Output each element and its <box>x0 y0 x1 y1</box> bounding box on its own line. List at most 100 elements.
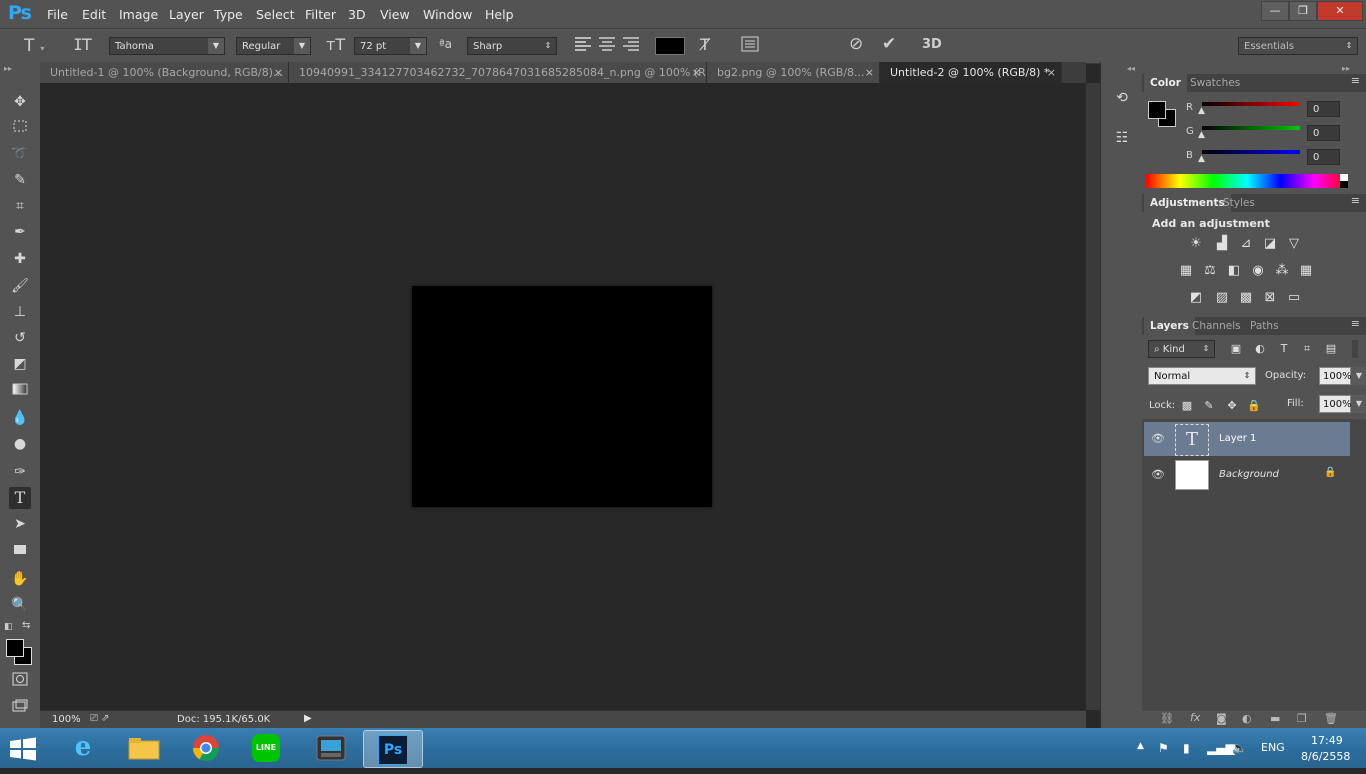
quick-mask-icon[interactable] <box>9 671 31 693</box>
chrome-icon[interactable] <box>177 730 235 766</box>
hue-saturation-icon[interactable]: ▦ <box>1178 263 1194 279</box>
curves-icon[interactable]: ⊿ <box>1238 236 1254 252</box>
color-lookup-icon[interactable]: ▦ <box>1298 263 1314 279</box>
tab-styles[interactable]: Styles <box>1217 194 1261 212</box>
vibrance-icon[interactable]: ▽ <box>1286 236 1302 252</box>
filter-adjustment-icon[interactable]: ◐ <box>1252 341 1268 357</box>
fx-icon[interactable]: fx <box>1190 711 1200 724</box>
history-brush-tool-icon[interactable]: ↺ <box>9 327 31 349</box>
menu-file[interactable]: File <box>47 7 68 22</box>
swap-colors-icon[interactable]: ⇆ <box>22 620 30 631</box>
clone-stamp-tool-icon[interactable]: ⊥ <box>9 301 31 323</box>
gradient-map-icon[interactable]: ▭ <box>1286 290 1302 306</box>
new-adjustment-layer-icon[interactable]: ◐ <box>1242 712 1252 725</box>
red-slider[interactable] <box>1202 102 1300 106</box>
delete-layer-icon[interactable]: 🗑 <box>1324 712 1338 725</box>
internet-explorer-icon[interactable]: e <box>54 730 112 766</box>
fill-field[interactable]: 100% <box>1319 395 1352 413</box>
media-app-icon[interactable] <box>302 730 360 766</box>
tab-bg2[interactable]: bg2.png @ 100% (RGB/8... × <box>707 62 880 83</box>
layer-name[interactable]: Layer 1 <box>1219 433 1256 444</box>
tab-untitled-1[interactable]: Untitled-1 @ 100% (Background, RGB/8)...… <box>40 62 289 83</box>
tab-untitled-2[interactable]: Untitled-2 @ 100% (RGB/8) * × <box>880 62 1062 83</box>
move-tool-icon[interactable]: ✥ <box>9 91 31 113</box>
add-mask-icon[interactable]: ◙ <box>1216 712 1227 725</box>
slider-thumb-icon[interactable]: ▲ <box>1198 130 1205 140</box>
link-layers-icon[interactable]: ⛓ <box>1160 712 1174 725</box>
filter-pixel-icon[interactable]: ▣ <box>1228 341 1244 357</box>
chevron-down-icon[interactable]: ▼ <box>1351 395 1366 413</box>
power-icon[interactable]: ▮ <box>1183 741 1190 755</box>
invert-icon[interactable]: ◩ <box>1188 290 1204 306</box>
text-orientation-icon[interactable]: ⵊT <box>74 35 92 54</box>
slider-thumb-icon[interactable]: ▲ <box>1198 106 1205 116</box>
clock-time[interactable]: 17:49 <box>1311 734 1343 747</box>
type-tool-icon[interactable]: T <box>9 487 31 509</box>
gradient-tool-icon[interactable] <box>9 380 31 402</box>
zoom-tool-icon[interactable]: 🔍 <box>9 594 31 616</box>
layer-row-layer-1[interactable]: 👁 T Layer 1 <box>1144 422 1350 456</box>
filter-smart-object-icon[interactable]: ▤ <box>1323 341 1339 357</box>
3d-button[interactable]: 3D <box>922 37 942 52</box>
visibility-eye-icon[interactable]: 👁 <box>1151 468 1165 481</box>
color-spectrum-bar[interactable] <box>1146 174 1348 188</box>
menu-filter[interactable]: Filter <box>305 7 336 22</box>
white-swatch[interactable] <box>1340 174 1348 181</box>
minimize-button[interactable]: — <box>1261 1 1289 21</box>
workspace-select[interactable]: Essentials ⇕ <box>1238 37 1358 55</box>
panel-menu-icon[interactable]: ≡ <box>1351 194 1360 207</box>
menu-select[interactable]: Select <box>256 7 295 22</box>
align-left-icon[interactable] <box>574 36 592 56</box>
align-center-icon[interactable] <box>598 36 616 56</box>
expand-arrows-icon[interactable]: ◂◂ <box>1127 64 1135 73</box>
lasso-tool-icon[interactable]: ➰ <box>9 143 31 165</box>
file-explorer-icon[interactable] <box>115 730 173 766</box>
green-slider[interactable] <box>1202 126 1300 130</box>
tab-channels[interactable]: Channels <box>1186 317 1247 335</box>
menu-help[interactable]: Help <box>485 7 514 22</box>
tab-swatches[interactable]: Swatches <box>1184 74 1246 92</box>
lock-image-icon[interactable]: ✎ <box>1201 398 1217 414</box>
font-family-select[interactable]: Tahoma ▼ <box>109 37 225 55</box>
visibility-eye-icon[interactable]: 👁 <box>1151 432 1165 445</box>
blue-value-field[interactable]: 0 <box>1307 149 1340 165</box>
lock-all-icon[interactable]: 🔒 <box>1246 398 1262 414</box>
tab-png-image[interactable]: 10940991_334127703462732_707864703168528… <box>289 62 707 83</box>
menu-3d[interactable]: 3D <box>348 7 366 22</box>
hand-tool-icon[interactable]: ✋ <box>9 568 31 590</box>
healing-brush-tool-icon[interactable]: ✚ <box>9 248 31 270</box>
text-color-swatch[interactable] <box>655 37 685 55</box>
warp-text-icon[interactable]: Ⱦ <box>700 35 710 54</box>
line-app-icon[interactable]: LINE <box>237 730 295 766</box>
menu-image[interactable]: Image <box>119 7 158 22</box>
font-size-select[interactable]: 72 pt ▼ <box>354 37 427 55</box>
layer-row-background[interactable]: 👁 Background 🔒 <box>1144 458 1350 492</box>
foreground-color-swatch[interactable] <box>1148 101 1166 119</box>
tab-color[interactable]: Color <box>1144 74 1187 92</box>
type-tool-preset-icon[interactable]: T ▾ <box>24 36 44 56</box>
lock-transparent-icon[interactable]: ▩ <box>1179 398 1195 414</box>
new-group-icon[interactable]: ▬ <box>1270 712 1280 725</box>
collapse-arrows-icon[interactable]: ▸▸ <box>4 64 12 73</box>
eraser-tool-icon[interactable]: ◩ <box>9 353 31 375</box>
color-balance-icon[interactable]: ⚖ <box>1202 263 1218 279</box>
lock-position-icon[interactable]: ✥ <box>1224 398 1240 414</box>
align-right-icon[interactable] <box>622 36 640 56</box>
marquee-tool-icon[interactable] <box>9 117 31 139</box>
threshold-icon[interactable]: ▩ <box>1238 290 1254 306</box>
channel-mixer-icon[interactable]: ⁂ <box>1274 263 1290 279</box>
status-icons[interactable]: ⎚ ⇗ <box>90 713 110 724</box>
exposure-icon[interactable]: ◪ <box>1262 236 1278 252</box>
quick-selection-tool-icon[interactable]: ✎ <box>9 169 31 191</box>
green-value-field[interactable]: 0 <box>1307 125 1340 141</box>
commit-checkmark-icon[interactable]: ✔ <box>882 34 896 54</box>
volume-icon[interactable]: 🔈 <box>1232 741 1247 755</box>
network-signal-icon[interactable]: ▂▄▆ <box>1207 741 1235 755</box>
photoshop-taskbar-icon[interactable]: Ps <box>363 730 423 768</box>
photo-filter-icon[interactable]: ◉ <box>1250 263 1266 279</box>
character-panel-icon[interactable] <box>741 36 759 56</box>
menu-layer[interactable]: Layer <box>169 7 204 22</box>
close-icon[interactable]: × <box>1047 62 1056 83</box>
layer-filter-select[interactable]: ⌕ Kind ⇕ <box>1148 340 1215 358</box>
selective-color-icon[interactable]: ⊠ <box>1262 290 1278 306</box>
